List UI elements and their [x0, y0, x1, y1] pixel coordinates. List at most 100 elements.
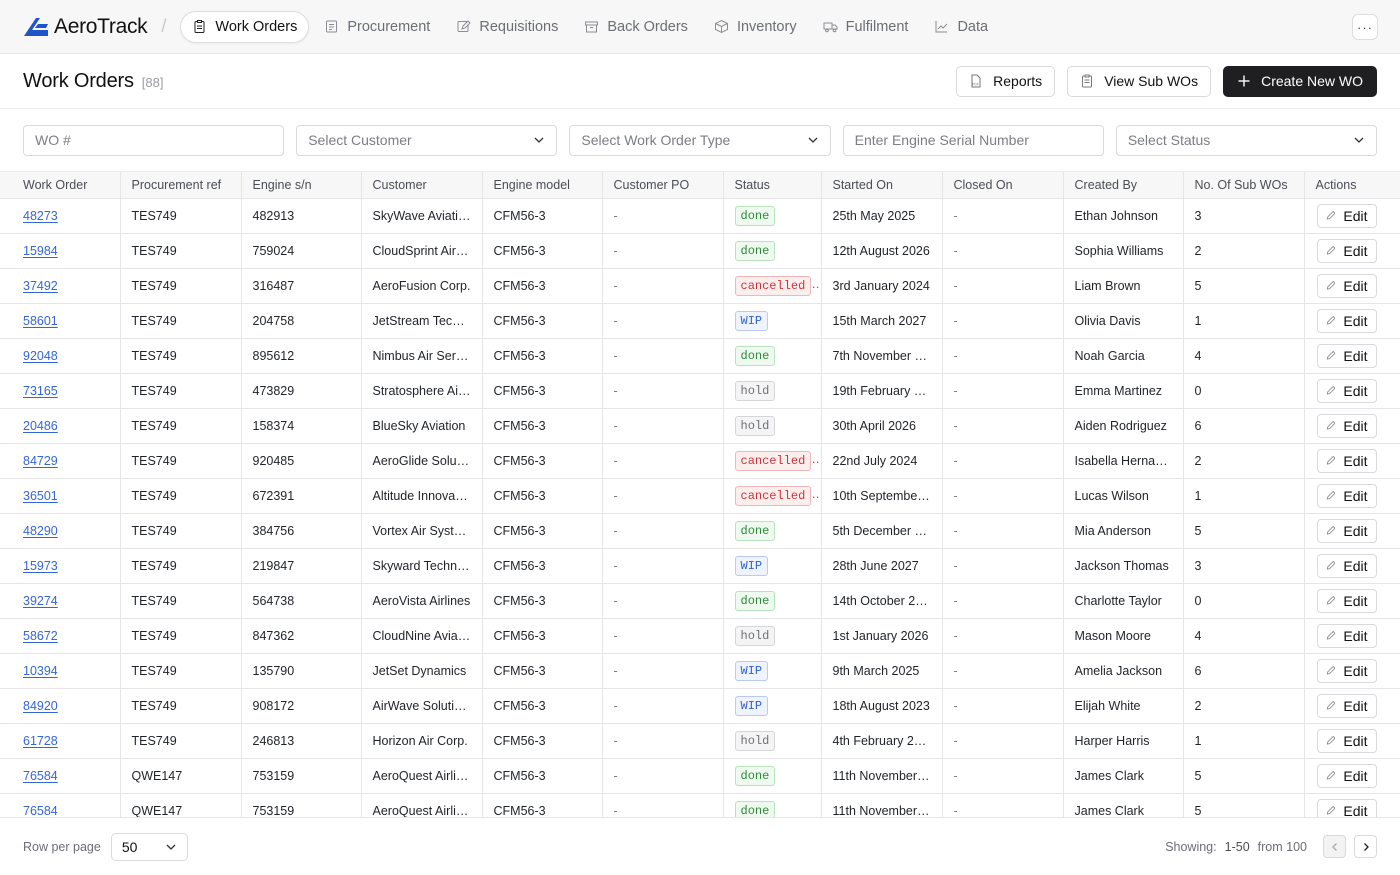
edit-button[interactable]: Edit [1316, 413, 1377, 438]
work-order-link[interactable]: 92048 [23, 349, 58, 363]
work-order-link[interactable]: 48273 [23, 209, 58, 223]
status-select[interactable]: Select Status [1115, 124, 1378, 156]
edit-button[interactable]: Edit [1316, 378, 1377, 403]
column-header-status[interactable]: Status [723, 172, 822, 199]
nav-item-inventory[interactable]: Inventory [703, 11, 808, 43]
edit-button[interactable]: Edit [1316, 693, 1377, 718]
edit-button[interactable]: Edit [1316, 273, 1377, 298]
table-row[interactable]: 48290 TES749 384756 Vortex Air Systems CFM56… [0, 513, 1400, 549]
table-row[interactable]: 20486 TES749 158374 BlueSky Aviation CFM56-3… [0, 408, 1400, 444]
edit-button[interactable]: Edit [1316, 343, 1377, 368]
work-order-link[interactable]: 76584 [23, 769, 58, 783]
table-cell: - [942, 373, 1064, 409]
column-header-customer-po[interactable]: Customer PO [602, 172, 724, 199]
edit-button[interactable]: Edit [1316, 308, 1377, 333]
nav-item-procurement[interactable]: Procurement [313, 11, 441, 43]
engine-sn-cell: 895612 [252, 348, 295, 363]
work-order-link[interactable]: 37492 [23, 279, 58, 293]
table-row[interactable]: 10394 TES749 135790 JetSet Dynamics CFM56-3 -… [0, 653, 1400, 689]
table-row[interactable]: 58601 TES749 204758 JetStream Techn... CFM56… [0, 303, 1400, 339]
table-row[interactable]: 58672 TES749 847362 CloudNine Aviation CFM56… [0, 618, 1400, 654]
edit-button[interactable]: Edit [1316, 518, 1377, 543]
column-header-engine-model[interactable]: Engine model [482, 172, 603, 199]
next-page-button[interactable] [1354, 835, 1377, 858]
more-options-button[interactable]: ··· [1352, 14, 1378, 40]
column-header-no-of-sub-wos[interactable]: No. Of Sub WOs [1183, 172, 1305, 199]
create-new-wo-button[interactable]: Create New WO [1223, 65, 1377, 97]
engine-serial-filter[interactable] [842, 124, 1104, 156]
closed-on-cell: - [953, 593, 958, 608]
column-header-created-by[interactable]: Created By [1063, 172, 1184, 199]
previous-page-button[interactable] [1323, 835, 1346, 858]
table-row[interactable]: 39274 TES749 564738 AeroVista Airlines CFM56… [0, 583, 1400, 619]
nav-item-requisitions[interactable]: Requisitions [445, 11, 569, 43]
work-order-link[interactable]: 15973 [23, 559, 58, 573]
view-sub-wos-button[interactable]: View Sub WOs [1067, 65, 1212, 97]
edit-label: Edit [1343, 802, 1368, 818]
table-row[interactable]: 84729 TES749 920485 AeroGlide Solutio... CFM… [0, 443, 1400, 479]
work-order-type-select[interactable]: Select Work Order Type [569, 124, 831, 156]
table-cell: 1 [1183, 478, 1305, 514]
table-row[interactable]: 37492 TES749 316487 AeroFusion Corp. CFM56-3… [0, 268, 1400, 304]
table-row[interactable]: 92048 TES749 895612 Nimbus Air Servic... CFM… [0, 338, 1400, 374]
svg-text:PDF: PDF [973, 83, 979, 87]
table-row[interactable]: 15984 TES749 759024 CloudSprint Airlin... CF… [0, 233, 1400, 269]
rows-per-page-select[interactable]: 50 [110, 832, 188, 861]
customer-select[interactable]: Select Customer [296, 124, 558, 156]
column-header-started-on[interactable]: Started On [821, 172, 943, 199]
edit-button[interactable]: Edit [1316, 203, 1377, 228]
work-order-link[interactable]: 76584 [23, 804, 58, 818]
edit-button[interactable]: Edit [1316, 588, 1377, 613]
edit-button[interactable]: Edit [1316, 728, 1377, 753]
app-logo[interactable]: AeroTrack [24, 0, 148, 54]
table-row[interactable]: 48273 TES749 482913 SkyWave Aviation CFM56-3… [0, 198, 1400, 234]
table-row[interactable]: 15973 TES749 219847 Skyward Technol... CFM56… [0, 548, 1400, 584]
wo-number-filter[interactable] [23, 124, 285, 156]
column-header-closed-on[interactable]: Closed On [942, 172, 1064, 199]
work-order-link[interactable]: 15984 [23, 244, 58, 258]
work-order-link[interactable]: 61728 [23, 734, 58, 748]
wo-number-input[interactable] [35, 132, 273, 148]
work-order-link[interactable]: 58672 [23, 629, 58, 643]
edit-button[interactable]: Edit [1316, 483, 1377, 508]
edit-button[interactable]: Edit [1316, 238, 1377, 263]
work-order-link[interactable]: 39274 [23, 594, 58, 608]
table-row[interactable]: 84920 TES749 908172 AirWave Solutions CFM56-… [0, 688, 1400, 724]
column-header-customer[interactable]: Customer [361, 172, 483, 199]
work-orders-table-container[interactable]: Work Order Procurement ref Engine s/n Custo… [0, 172, 1400, 817]
edit-button[interactable]: Edit [1316, 553, 1377, 578]
table-row[interactable]: 36501 TES749 672391 Altitude Innovatio... CF… [0, 478, 1400, 514]
work-order-link[interactable]: 48290 [23, 524, 58, 538]
reports-button[interactable]: PDF Reports [956, 65, 1056, 97]
work-order-link[interactable]: 36501 [23, 489, 58, 503]
table-row[interactable]: 61728 TES749 246813 Horizon Air Corp. CFM56-… [0, 723, 1400, 759]
column-header-procurement-ref[interactable]: Procurement ref [120, 172, 242, 199]
table-row[interactable]: 76584 QWE147 753159 AeroQuest Airlines CFM56… [0, 793, 1400, 817]
work-order-link[interactable]: 20486 [23, 419, 58, 433]
work-order-link[interactable]: 58601 [23, 314, 58, 328]
table-row[interactable]: 76584 QWE147 753159 AeroQuest Airlines CFM56… [0, 758, 1400, 794]
edit-button[interactable]: Edit [1316, 623, 1377, 648]
table-cell: 61728 [0, 723, 121, 759]
customer-cell: AeroVista Airlines [372, 593, 471, 608]
work-order-link[interactable]: 84729 [23, 454, 58, 468]
edit-button[interactable]: Edit [1316, 798, 1377, 818]
edit-button[interactable]: Edit [1316, 658, 1377, 683]
work-order-link[interactable]: 84920 [23, 699, 58, 713]
edit-button[interactable]: Edit [1316, 763, 1377, 788]
column-header-engine-s-n[interactable]: Engine s/n [241, 172, 362, 199]
created-by-cell: Mason Moore [1074, 628, 1151, 643]
edit-button[interactable]: Edit [1316, 448, 1377, 473]
table-cell: 19th February 20... [821, 373, 943, 409]
nav-item-back-orders[interactable]: Back Orders [573, 11, 699, 43]
column-header-actions[interactable]: Actions [1304, 172, 1400, 199]
column-header-work-order[interactable]: Work Order [0, 172, 121, 199]
table-row[interactable]: 73165 TES749 473829 Stratosphere Airli... CF… [0, 373, 1400, 409]
nav-item-work-orders[interactable]: Work Orders [180, 10, 310, 43]
work-order-link[interactable]: 10394 [23, 664, 58, 678]
work-order-link[interactable]: 73165 [23, 384, 58, 398]
engine-serial-input[interactable] [854, 132, 1092, 148]
nav-item-data[interactable]: Data [923, 11, 999, 43]
table-cell: JetSet Dynamics [361, 653, 483, 689]
nav-item-fulfilment[interactable]: Fulfilment [812, 11, 920, 43]
